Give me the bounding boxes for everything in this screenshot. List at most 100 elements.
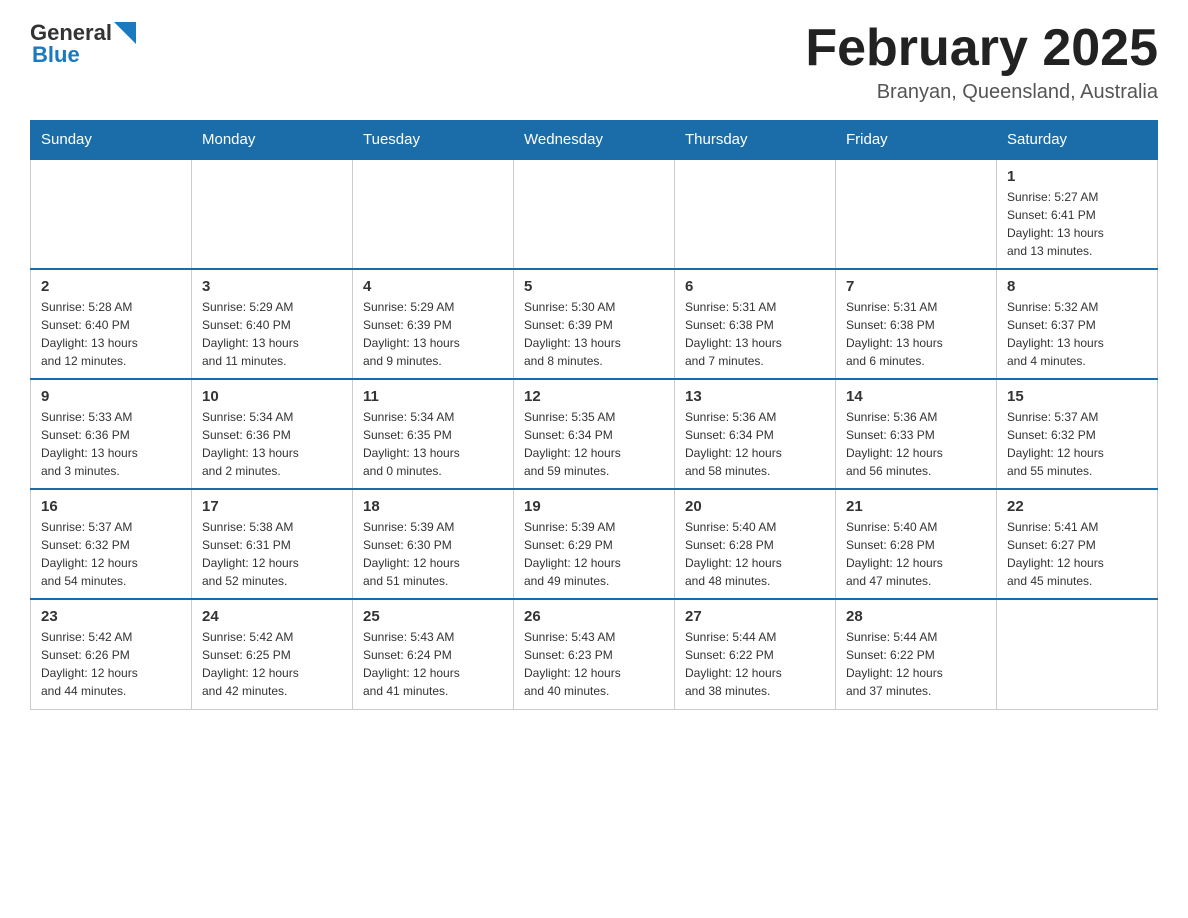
day-info: Sunrise: 5:42 AM Sunset: 6:26 PM Dayligh… (41, 628, 181, 700)
day-info: Sunrise: 5:37 AM Sunset: 6:32 PM Dayligh… (1007, 408, 1147, 480)
page-header: General Blue February 2025 Branyan, Quee… (30, 20, 1158, 104)
day-number: 4 (363, 278, 503, 295)
day-number: 8 (1007, 278, 1147, 295)
day-header-sunday: Sunday (31, 121, 192, 160)
week-row-5: 23 Sunrise: 5:42 AM Sunset: 6:26 PM Dayli… (31, 599, 1158, 709)
logo: General Blue (30, 20, 136, 68)
day-info: Sunrise: 5:29 AM Sunset: 6:40 PM Dayligh… (202, 298, 342, 370)
day-info: Sunrise: 5:33 AM Sunset: 6:36 PM Dayligh… (41, 408, 181, 480)
day-info: Sunrise: 5:42 AM Sunset: 6:25 PM Dayligh… (202, 628, 342, 700)
week-row-2: 2 Sunrise: 5:28 AM Sunset: 6:40 PM Daylig… (31, 269, 1158, 379)
day-cell: 18Sunrise: 5:39 AM Sunset: 6:30 PM Dayli… (353, 489, 514, 599)
day-cell: 26 Sunrise: 5:43 AM Sunset: 6:23 PM Dayli… (514, 599, 675, 709)
day-cell: 2 Sunrise: 5:28 AM Sunset: 6:40 PM Daylig… (31, 269, 192, 379)
day-cell: 9 Sunrise: 5:33 AM Sunset: 6:36 PM Daylig… (31, 379, 192, 489)
day-cell (514, 159, 675, 269)
day-header-thursday: Thursday (675, 121, 836, 160)
day-number: 5 (524, 278, 664, 295)
logo-blue-text: Blue (32, 42, 80, 68)
day-info: Sunrise: 5:36 AM Sunset: 6:34 PM Dayligh… (685, 408, 825, 480)
day-number: 27 (685, 608, 825, 625)
day-cell (675, 159, 836, 269)
day-number: 3 (202, 278, 342, 295)
day-number: 6 (685, 278, 825, 295)
day-header-monday: Monday (192, 121, 353, 160)
day-info: Sunrise: 5:34 AM Sunset: 6:35 PM Dayligh… (363, 408, 503, 480)
day-cell (836, 159, 997, 269)
day-number: 14 (846, 388, 986, 405)
header-row: SundayMondayTuesdayWednesdayThursdayFrid… (31, 121, 1158, 160)
day-info: Sunrise: 5:37 AM Sunset: 6:32 PM Dayligh… (41, 518, 181, 590)
main-title: February 2025 (805, 20, 1158, 77)
day-info: Sunrise: 5:38 AM Sunset: 6:31 PM Dayligh… (202, 518, 342, 590)
day-number: 1 (1007, 168, 1147, 185)
day-number: 11 (363, 388, 503, 405)
day-number: 22 (1007, 498, 1147, 515)
day-cell: 13 Sunrise: 5:36 AM Sunset: 6:34 PM Dayli… (675, 379, 836, 489)
day-cell: 5 Sunrise: 5:30 AM Sunset: 6:39 PM Daylig… (514, 269, 675, 379)
day-cell: 17 Sunrise: 5:38 AM Sunset: 6:31 PM Dayli… (192, 489, 353, 599)
day-info: Sunrise: 5:39 AM Sunset: 6:30 PM Dayligh… (363, 518, 503, 590)
day-info: Sunrise: 5:28 AM Sunset: 6:40 PM Dayligh… (41, 298, 181, 370)
day-header-tuesday: Tuesday (353, 121, 514, 160)
day-number: 13 (685, 388, 825, 405)
day-header-saturday: Saturday (997, 121, 1158, 160)
day-info: Sunrise: 5:40 AM Sunset: 6:28 PM Dayligh… (846, 518, 986, 590)
day-cell: 27 Sunrise: 5:44 AM Sunset: 6:22 PM Dayli… (675, 599, 836, 709)
day-number: 20 (685, 498, 825, 515)
day-cell: 15 Sunrise: 5:37 AM Sunset: 6:32 PM Dayli… (997, 379, 1158, 489)
day-number: 26 (524, 608, 664, 625)
day-cell (353, 159, 514, 269)
day-info: Sunrise: 5:34 AM Sunset: 6:36 PM Dayligh… (202, 408, 342, 480)
day-cell: 14 Sunrise: 5:36 AM Sunset: 6:33 PM Dayli… (836, 379, 997, 489)
day-info: Sunrise: 5:44 AM Sunset: 6:22 PM Dayligh… (685, 628, 825, 700)
day-cell: 24Sunrise: 5:42 AM Sunset: 6:25 PM Dayli… (192, 599, 353, 709)
day-header-friday: Friday (836, 121, 997, 160)
day-cell: 21 Sunrise: 5:40 AM Sunset: 6:28 PM Dayli… (836, 489, 997, 599)
day-cell: 16Sunrise: 5:37 AM Sunset: 6:32 PM Dayli… (31, 489, 192, 599)
day-number: 19 (524, 498, 664, 515)
day-number: 25 (363, 608, 503, 625)
day-cell: 7 Sunrise: 5:31 AM Sunset: 6:38 PM Daylig… (836, 269, 997, 379)
day-number: 7 (846, 278, 986, 295)
day-info: Sunrise: 5:43 AM Sunset: 6:24 PM Dayligh… (363, 628, 503, 700)
day-number: 21 (846, 498, 986, 515)
day-number: 9 (41, 388, 181, 405)
day-cell: 1Sunrise: 5:27 AM Sunset: 6:41 PM Daylig… (997, 159, 1158, 269)
week-row-1: 1Sunrise: 5:27 AM Sunset: 6:41 PM Daylig… (31, 159, 1158, 269)
day-cell: 10 Sunrise: 5:34 AM Sunset: 6:36 PM Dayli… (192, 379, 353, 489)
day-info: Sunrise: 5:36 AM Sunset: 6:33 PM Dayligh… (846, 408, 986, 480)
logo-triangle-icon (114, 22, 136, 44)
week-row-4: 16Sunrise: 5:37 AM Sunset: 6:32 PM Dayli… (31, 489, 1158, 599)
day-info: Sunrise: 5:30 AM Sunset: 6:39 PM Dayligh… (524, 298, 664, 370)
day-number: 15 (1007, 388, 1147, 405)
day-cell: 20 Sunrise: 5:40 AM Sunset: 6:28 PM Dayli… (675, 489, 836, 599)
day-info: Sunrise: 5:40 AM Sunset: 6:28 PM Dayligh… (685, 518, 825, 590)
day-cell: 23 Sunrise: 5:42 AM Sunset: 6:26 PM Dayli… (31, 599, 192, 709)
day-number: 28 (846, 608, 986, 625)
day-info: Sunrise: 5:41 AM Sunset: 6:27 PM Dayligh… (1007, 518, 1147, 590)
day-cell: 3 Sunrise: 5:29 AM Sunset: 6:40 PM Daylig… (192, 269, 353, 379)
day-number: 12 (524, 388, 664, 405)
day-info: Sunrise: 5:43 AM Sunset: 6:23 PM Dayligh… (524, 628, 664, 700)
day-cell: 11 Sunrise: 5:34 AM Sunset: 6:35 PM Dayli… (353, 379, 514, 489)
day-info: Sunrise: 5:39 AM Sunset: 6:29 PM Dayligh… (524, 518, 664, 590)
subtitle: Branyan, Queensland, Australia (805, 81, 1158, 104)
day-number: 2 (41, 278, 181, 295)
day-cell (997, 599, 1158, 709)
day-info: Sunrise: 5:29 AM Sunset: 6:39 PM Dayligh… (363, 298, 503, 370)
day-number: 23 (41, 608, 181, 625)
day-number: 10 (202, 388, 342, 405)
day-info: Sunrise: 5:35 AM Sunset: 6:34 PM Dayligh… (524, 408, 664, 480)
title-area: February 2025 Branyan, Queensland, Austr… (805, 20, 1158, 104)
day-info: Sunrise: 5:31 AM Sunset: 6:38 PM Dayligh… (846, 298, 986, 370)
day-cell: 8 Sunrise: 5:32 AM Sunset: 6:37 PM Daylig… (997, 269, 1158, 379)
calendar-table: SundayMondayTuesdayWednesdayThursdayFrid… (30, 120, 1158, 710)
day-cell: 25 Sunrise: 5:43 AM Sunset: 6:24 PM Dayli… (353, 599, 514, 709)
day-cell: 28Sunrise: 5:44 AM Sunset: 6:22 PM Dayli… (836, 599, 997, 709)
day-cell (192, 159, 353, 269)
day-number: 17 (202, 498, 342, 515)
day-cell: 19 Sunrise: 5:39 AM Sunset: 6:29 PM Dayli… (514, 489, 675, 599)
day-info: Sunrise: 5:32 AM Sunset: 6:37 PM Dayligh… (1007, 298, 1147, 370)
day-cell: 22 Sunrise: 5:41 AM Sunset: 6:27 PM Dayli… (997, 489, 1158, 599)
